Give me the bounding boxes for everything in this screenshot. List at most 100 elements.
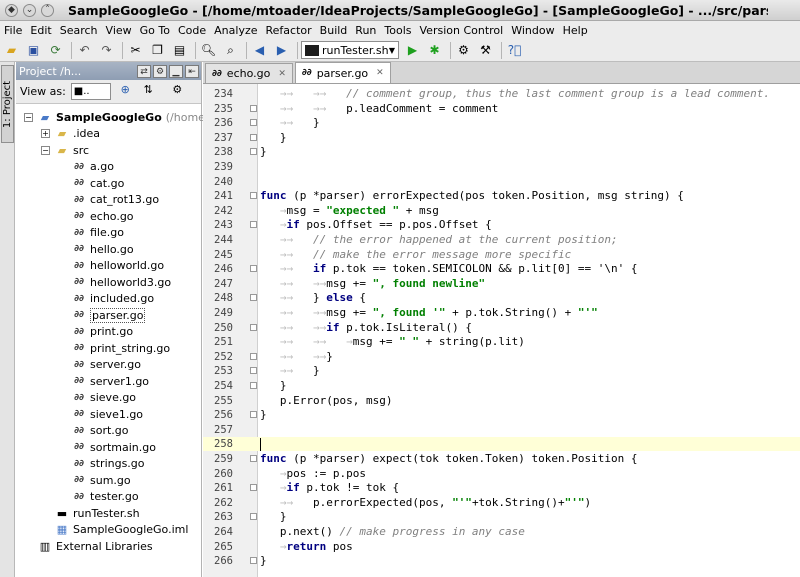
tree-item[interactable]: ∂∂ server1.go bbox=[58, 373, 149, 389]
panel-settings-icon[interactable]: ⚙ bbox=[153, 64, 167, 78]
tree-item[interactable]: ∂∂ hello.go bbox=[58, 241, 134, 257]
fold-marker-icon[interactable] bbox=[250, 455, 257, 462]
tree-item[interactable]: ∂∂ tester.go bbox=[58, 489, 139, 505]
open-icon[interactable]: ▰ bbox=[2, 41, 21, 60]
collapse-icon[interactable]: − bbox=[24, 112, 33, 122]
fold-marker-icon[interactable] bbox=[250, 265, 257, 273]
panel-hide-icon[interactable]: ⇤ bbox=[185, 64, 199, 78]
fold-marker-icon[interactable] bbox=[250, 484, 257, 492]
tree-item[interactable]: ∂∂ sum.go bbox=[58, 472, 131, 488]
fold-marker-icon[interactable] bbox=[250, 133, 257, 141]
expand-icon[interactable]: + bbox=[41, 129, 50, 138]
tree-item[interactable]: ▥ External Libraries bbox=[24, 538, 153, 554]
code-line[interactable]: 243 →if pos.Offset == p.pos.Offset { bbox=[203, 218, 800, 232]
code-line[interactable]: 266} bbox=[203, 554, 800, 568]
tree-item[interactable]: ∂∂ helloworld3.go bbox=[58, 274, 171, 290]
fold-marker-icon[interactable] bbox=[250, 557, 257, 565]
fold-marker-icon[interactable] bbox=[250, 221, 257, 229]
menu-view[interactable]: View bbox=[102, 24, 136, 37]
menu-run[interactable]: Run bbox=[351, 24, 380, 37]
replace-icon[interactable]: ⌕ bbox=[221, 41, 240, 60]
code-line[interactable]: 250 →→ →→if p.tok.IsLiteral() { bbox=[203, 321, 800, 335]
code-area[interactable]: 234 →→ →→ // comment group, thus the las… bbox=[203, 84, 800, 577]
minimize-button[interactable]: ⌄ bbox=[23, 3, 36, 17]
code-line[interactable]: 246 →→ if p.tok == token.SEMICOLON && p.… bbox=[203, 262, 800, 276]
fold-marker-icon[interactable] bbox=[250, 323, 257, 331]
fold-marker-icon[interactable] bbox=[250, 352, 257, 360]
menu-edit[interactable]: Edit bbox=[26, 24, 55, 37]
tree-item[interactable]: ▦ SampleGoogleGo.iml bbox=[41, 522, 189, 538]
code-line[interactable]: 258 bbox=[203, 437, 800, 452]
tree-item[interactable]: ∂∂ a.go bbox=[58, 159, 114, 175]
code-line[interactable]: 255 p.Error(pos, msg) bbox=[203, 394, 800, 408]
fold-marker-icon[interactable] bbox=[250, 513, 257, 521]
panel-pin-icon[interactable]: ⇄ bbox=[137, 64, 151, 78]
code-line[interactable]: 248 →→ } else { bbox=[203, 291, 800, 305]
help-icon[interactable]: ?⃝ bbox=[505, 41, 524, 60]
menu-version-control[interactable]: Version Control bbox=[416, 24, 508, 37]
back-icon[interactable]: ◀ bbox=[250, 41, 269, 60]
tree-item[interactable]: − ▰ src bbox=[41, 142, 89, 158]
close-icon[interactable]: ✕ bbox=[376, 68, 384, 78]
redo-icon[interactable]: ↷ bbox=[97, 41, 116, 60]
scroll-from-source-icon[interactable]: ⊕ bbox=[117, 83, 134, 100]
find-icon[interactable]: 🔍︎ bbox=[199, 41, 218, 60]
panel-gear-icon[interactable]: ⚙ bbox=[169, 83, 186, 100]
code-line[interactable]: 239 bbox=[203, 160, 800, 174]
tree-item[interactable]: ∂∂ print.go bbox=[58, 324, 133, 340]
fold-marker-icon[interactable] bbox=[250, 104, 257, 112]
maximize-button[interactable]: ˄ bbox=[41, 3, 54, 17]
menu-code[interactable]: Code bbox=[174, 24, 210, 37]
menu-help[interactable]: Help bbox=[559, 24, 592, 37]
code-line[interactable]: 236 →→ } bbox=[203, 116, 800, 130]
fold-marker-icon[interactable] bbox=[250, 382, 257, 389]
undo-icon[interactable]: ↶ bbox=[75, 41, 94, 60]
code-line[interactable]: 256} bbox=[203, 408, 800, 422]
fold-marker-icon[interactable] bbox=[250, 148, 257, 156]
fold-marker-icon[interactable] bbox=[250, 367, 257, 375]
tree-item[interactable]: ▬ runTester.sh bbox=[41, 505, 140, 521]
tree-item[interactable]: ∂∂ server.go bbox=[58, 357, 141, 373]
forward-icon[interactable]: ▶ bbox=[272, 41, 291, 60]
code-line[interactable]: 245 →→ // make the error message more sp… bbox=[203, 248, 800, 262]
tree-item[interactable]: ∂∂ sieve.go bbox=[58, 390, 136, 406]
tree-item[interactable]: ∂∂ strings.go bbox=[58, 456, 144, 472]
menu-search[interactable]: Search bbox=[56, 24, 102, 37]
copy-icon[interactable]: ❐ bbox=[148, 41, 167, 60]
tree-item[interactable]: ∂∂ cat_rot13.go bbox=[58, 192, 159, 208]
tree-item[interactable]: ∂∂ sieve1.go bbox=[58, 406, 143, 422]
tree-item[interactable]: ∂∂ sortmain.go bbox=[58, 439, 156, 455]
menu-analyze[interactable]: Analyze bbox=[210, 24, 261, 37]
tree-item[interactable]: ∂∂ echo.go bbox=[58, 208, 133, 224]
paste-icon[interactable]: ▤ bbox=[170, 41, 189, 60]
menu-file[interactable]: File bbox=[0, 24, 26, 37]
tree-item[interactable]: ∂∂ included.go bbox=[58, 291, 154, 307]
code-line[interactable]: 257 bbox=[203, 423, 800, 437]
debug-icon[interactable]: ✱ bbox=[425, 41, 444, 60]
run-icon[interactable]: ▶ bbox=[403, 41, 422, 60]
code-line[interactable]: 263 } bbox=[203, 510, 800, 524]
window-menu-button[interactable]: ◆ bbox=[5, 3, 18, 17]
run-config-select[interactable]: runTester.sh ▼ bbox=[301, 41, 399, 59]
code-line[interactable]: 252 →→ →→} bbox=[203, 350, 800, 364]
view-as-select[interactable]: ■.. bbox=[70, 83, 111, 100]
tree-item[interactable]: ∂∂ parser.go bbox=[58, 307, 146, 323]
code-line[interactable]: 234 →→ →→ // comment group, thus the las… bbox=[203, 87, 800, 101]
code-line[interactable]: 251 →→ →→ →msg += " " + string(p.lit) bbox=[203, 335, 800, 349]
fold-marker-icon[interactable] bbox=[250, 294, 257, 302]
save-icon[interactable]: ▣ bbox=[24, 41, 43, 60]
sync-icon[interactable]: ⟳ bbox=[46, 41, 65, 60]
fold-marker-icon[interactable] bbox=[250, 119, 257, 127]
menu-window[interactable]: Window bbox=[507, 24, 558, 37]
code-line[interactable]: 240 bbox=[203, 175, 800, 189]
project-tool-tab[interactable]: 1: Project bbox=[1, 65, 14, 143]
settings-icon[interactable]: ⚙ bbox=[454, 41, 473, 60]
panel-minimize-icon[interactable]: ▁ bbox=[169, 64, 183, 78]
tree-item[interactable]: − ▰ SampleGoogleGo (/home/m bbox=[24, 109, 219, 125]
cut-icon[interactable]: ✂ bbox=[126, 41, 145, 60]
menu-tools[interactable]: Tools bbox=[380, 24, 415, 37]
code-line[interactable]: 235 →→ →→ p.leadComment = comment bbox=[203, 102, 800, 116]
code-line[interactable]: 254 } bbox=[203, 379, 800, 393]
tree-item[interactable]: ∂∂ helloworld.go bbox=[58, 258, 164, 274]
tab-parser-go[interactable]: ∂∂ parser.go ✕ bbox=[294, 62, 391, 83]
